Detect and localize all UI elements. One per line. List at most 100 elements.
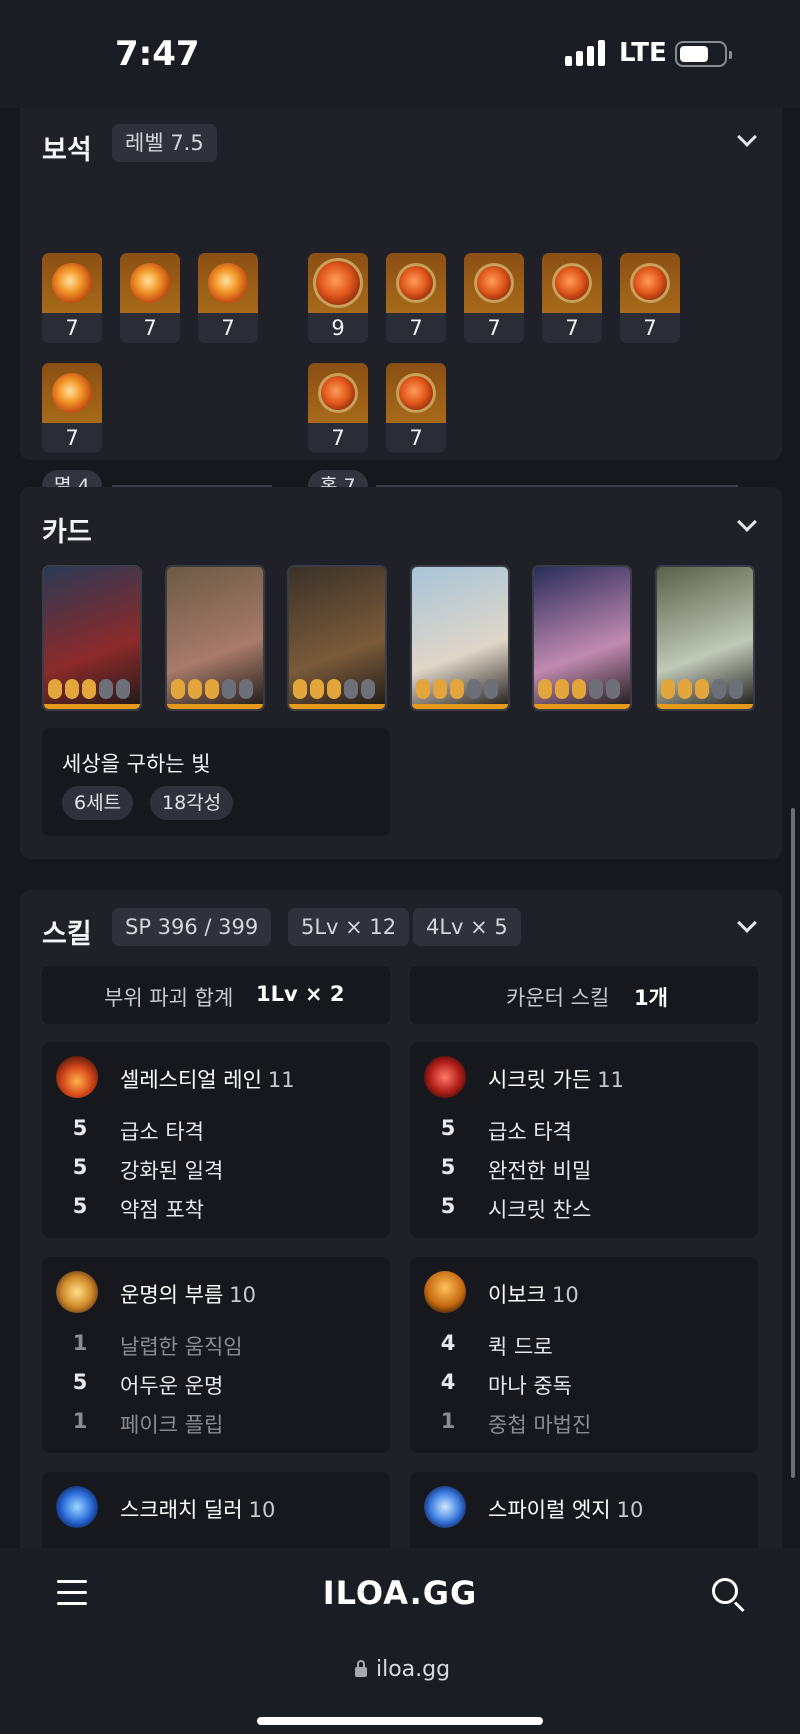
card-bar bbox=[656, 704, 753, 709]
cards-title: 카드 bbox=[42, 517, 92, 548]
gem-level: 7 bbox=[409, 426, 423, 450]
gem-slot[interactable]: 7 bbox=[198, 253, 258, 343]
page-content[interactable]: 보석 레벨 7.5 77779777777 멸 4 홍 7 카드 세상을 구하는… bbox=[0, 108, 800, 1548]
skill-card[interactable]: 스크래치 딜러 10 bbox=[42, 1472, 390, 1548]
gem-icon bbox=[474, 263, 514, 303]
tripod-name: 완전한 비밀 bbox=[488, 1159, 592, 1183]
gem-slot[interactable]: 7 bbox=[386, 253, 446, 343]
tripod-name: 급소 타격 bbox=[120, 1120, 204, 1144]
tripod-level: 1 bbox=[72, 1409, 88, 1433]
gem-icon bbox=[396, 263, 436, 303]
tripod-name: 약점 포착 bbox=[120, 1198, 204, 1222]
tripod-name: 어두운 운명 bbox=[120, 1374, 224, 1398]
skill-card[interactable]: 이보크 10 4 퀵 드로 4 마나 중독 1 중첩 마법진 bbox=[410, 1257, 758, 1453]
card-item[interactable] bbox=[42, 565, 142, 711]
tripod-level: 1 bbox=[440, 1409, 456, 1433]
card-item[interactable] bbox=[409, 565, 510, 711]
card-bar bbox=[166, 704, 263, 709]
skill-name: 시크릿 가든 11 bbox=[488, 1064, 624, 1094]
card-item[interactable] bbox=[654, 565, 755, 711]
card-awakening-pips bbox=[170, 679, 253, 699]
skills-panel: 스킬 SP 396 / 399 5Lv × 12 4Lv × 5 부위 파괴 합… bbox=[20, 890, 782, 1548]
gems-panel: 보석 레벨 7.5 77779777777 멸 4 홍 7 bbox=[20, 108, 782, 502]
gem-slot[interactable]: 7 bbox=[42, 253, 102, 343]
part-break-summary: 부위 파괴 합계 1Lv × 2 bbox=[42, 966, 390, 1024]
tripod-name: 강화된 일격 bbox=[120, 1159, 224, 1183]
browser-url-bar[interactable]: iloa.gg bbox=[0, 1640, 800, 1734]
search-icon[interactable] bbox=[712, 1578, 738, 1604]
skill-card[interactable]: 셀레스티얼 레인 11 5 급소 타격 5 강화된 일격 5 약점 포착 bbox=[42, 1042, 390, 1238]
cards-panel: 카드 세상을 구하는 빛 6세트 18각성 bbox=[20, 487, 782, 859]
counter-skill-label: 카운터 스킬 bbox=[506, 986, 610, 1010]
card-item[interactable] bbox=[164, 565, 265, 711]
skill-card[interactable]: 운명의 부름 10 1 날렵한 움직임 5 어두운 운명 1 페이크 플립 bbox=[42, 1257, 390, 1453]
tripod-level: 5 bbox=[440, 1194, 456, 1218]
gem-slot[interactable]: 7 bbox=[42, 363, 102, 453]
tripod-level: 5 bbox=[72, 1116, 88, 1140]
url-text[interactable]: iloa.gg bbox=[376, 1657, 450, 1682]
skill-card[interactable]: 시크릿 가든 11 5 급소 타격 5 완전한 비밀 5 시크릿 찬스 bbox=[410, 1042, 758, 1238]
card-set-box: 세상을 구하는 빛 6세트 18각성 bbox=[42, 728, 390, 836]
skill-name-text: 셀레스티얼 레인 bbox=[120, 1068, 262, 1092]
skill-icon bbox=[424, 1486, 466, 1528]
tripod-level: 5 bbox=[440, 1116, 456, 1140]
tripod-level: 4 bbox=[440, 1370, 456, 1394]
skill-name-text: 시크릿 가든 bbox=[488, 1068, 592, 1092]
card-item[interactable] bbox=[287, 565, 387, 711]
gems-title: 보석 bbox=[42, 135, 92, 166]
skill-icon bbox=[56, 1271, 98, 1313]
card-awakening-pips bbox=[660, 679, 743, 699]
network-label: LTE bbox=[619, 38, 667, 68]
gem-slot[interactable]: 7 bbox=[542, 253, 602, 343]
gem-level: 7 bbox=[487, 316, 501, 340]
lock-icon bbox=[355, 1660, 367, 1677]
skill-name: 셀레스티얼 레인 11 bbox=[120, 1064, 295, 1094]
skill-icon bbox=[424, 1056, 466, 1098]
tripod-name: 급소 타격 bbox=[488, 1120, 572, 1144]
site-logo[interactable]: ILOA.GG bbox=[0, 1574, 800, 1612]
gem-icon bbox=[318, 373, 358, 413]
card-bar bbox=[44, 704, 140, 709]
card-awakening-pips bbox=[48, 679, 130, 699]
skills-sp-chip: SP 396 / 399 bbox=[112, 908, 272, 946]
gem-slot[interactable]: 7 bbox=[620, 253, 680, 343]
gem-level: 9 bbox=[331, 316, 345, 340]
scrollbar[interactable] bbox=[791, 808, 795, 1478]
chevron-down-icon[interactable] bbox=[737, 512, 757, 532]
skill-level: 11 bbox=[267, 1068, 295, 1092]
gem-slot[interactable]: 7 bbox=[386, 363, 446, 453]
gem-icon bbox=[396, 373, 436, 413]
gem-slot[interactable]: 7 bbox=[120, 253, 180, 343]
gem-slot[interactable]: 9 bbox=[308, 253, 368, 343]
tripod-name: 마나 중독 bbox=[488, 1374, 572, 1398]
gem-slot[interactable]: 7 bbox=[308, 363, 368, 453]
tripod-name: 시크릿 찬스 bbox=[488, 1198, 592, 1222]
part-break-label: 부위 파괴 합계 bbox=[104, 986, 234, 1010]
counter-skill-summary: 카운터 스킬 1개 bbox=[410, 966, 758, 1024]
skill-name: 이보크 10 bbox=[488, 1279, 579, 1309]
chevron-down-icon[interactable] bbox=[737, 913, 757, 933]
tripod-name: 퀵 드로 bbox=[488, 1335, 553, 1359]
bottom-nav: ILOA.GG bbox=[0, 1548, 800, 1640]
gem-level: 7 bbox=[65, 426, 79, 450]
skill-level: 10 bbox=[229, 1283, 257, 1307]
skills-title: 스킬 bbox=[42, 919, 92, 950]
tripod-level: 5 bbox=[72, 1370, 88, 1394]
home-indicator[interactable] bbox=[257, 1717, 543, 1725]
gem-slot[interactable]: 7 bbox=[464, 253, 524, 343]
skill-name-text: 운명의 부름 bbox=[120, 1283, 224, 1307]
gem-icon bbox=[130, 263, 170, 303]
tripod-level: 5 bbox=[72, 1194, 88, 1218]
gem-icon bbox=[208, 263, 248, 303]
skill-level: 10 bbox=[551, 1283, 579, 1307]
skill-card[interactable]: 스파이럴 엣지 10 bbox=[410, 1472, 758, 1548]
tripod-name: 페이크 플립 bbox=[120, 1413, 224, 1437]
card-awakening-pips bbox=[538, 679, 620, 699]
gem-icon bbox=[52, 373, 92, 413]
chevron-down-icon[interactable] bbox=[737, 127, 757, 147]
card-awakening-pips bbox=[415, 679, 498, 699]
tripod-level: 5 bbox=[72, 1155, 88, 1179]
skill-icon bbox=[56, 1486, 98, 1528]
card-set-name: 세상을 구하는 빛 bbox=[62, 752, 211, 776]
card-item[interactable] bbox=[532, 565, 632, 711]
